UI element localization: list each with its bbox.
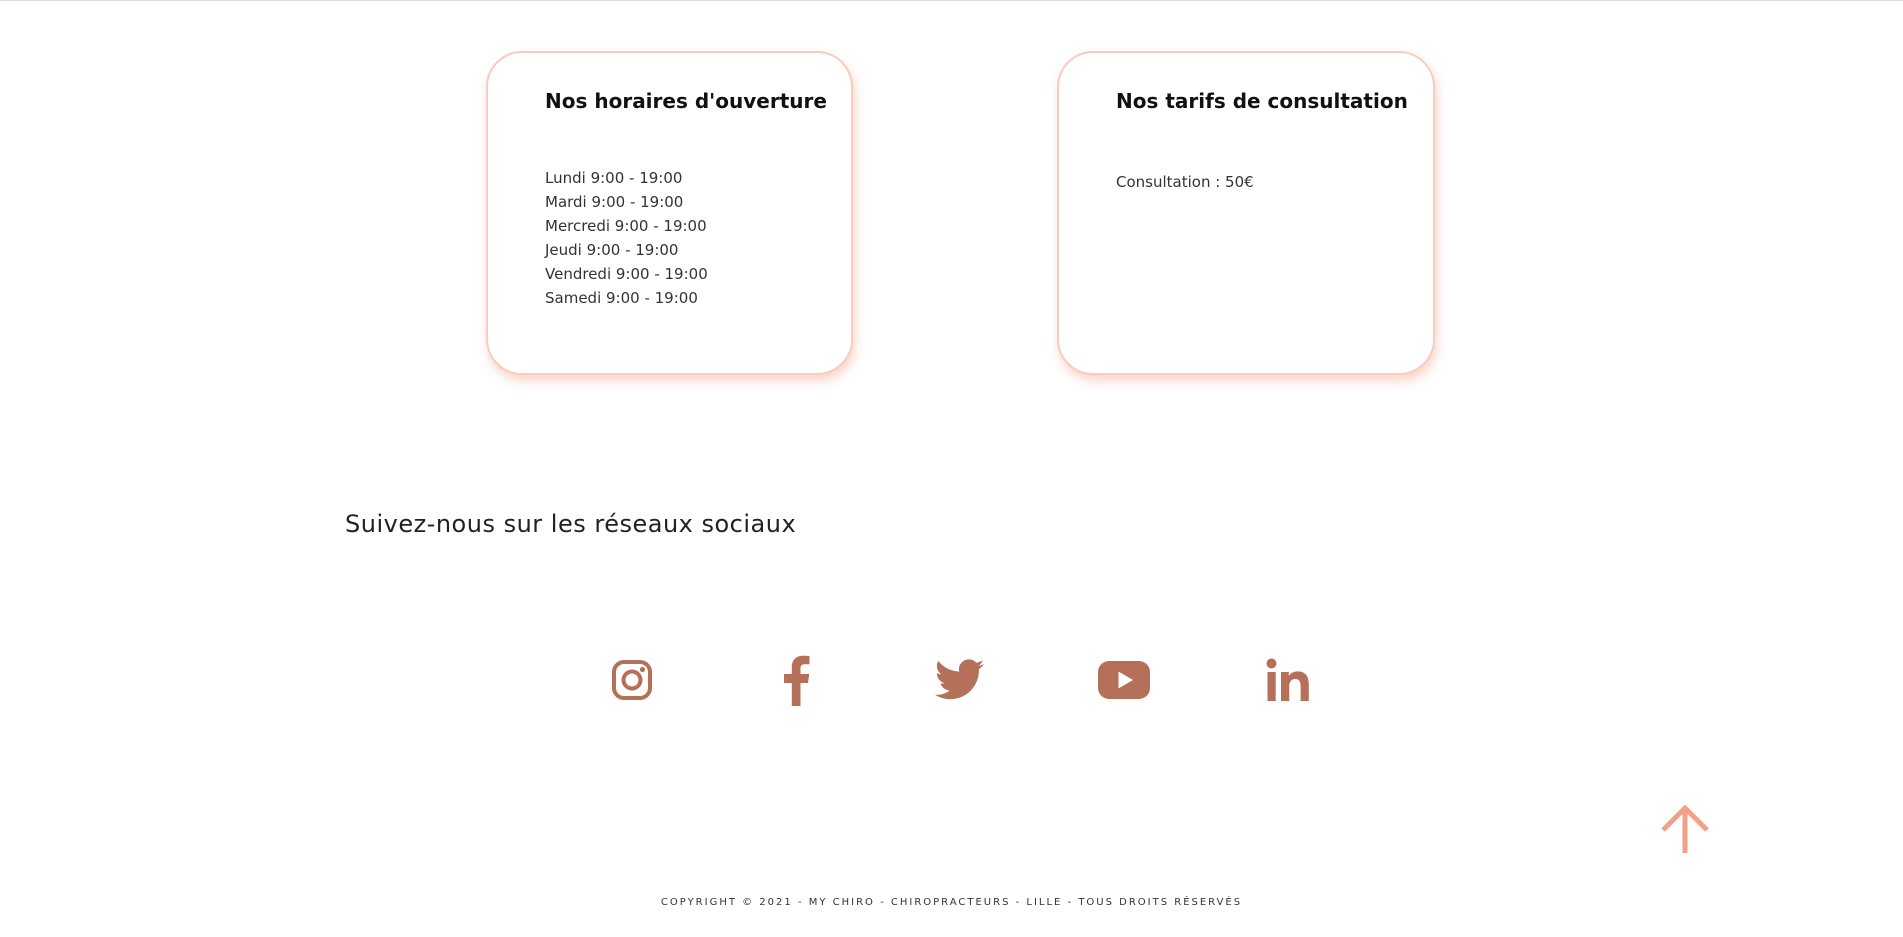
arrow-up-icon [1661,805,1709,853]
instagram-link[interactable] [602,650,662,710]
youtube-link[interactable] [1094,650,1154,710]
hours-friday: Vendredi 9:00 - 19:00 [545,265,708,283]
facebook-link[interactable] [766,650,826,710]
social-links [0,650,1903,710]
hours-tuesday: Mardi 9:00 - 19:00 [545,193,684,211]
back-to-top-button[interactable] [1658,803,1712,857]
opening-hours-title: Nos horaires d'ouverture [545,89,827,113]
hours-saturday: Samedi 9:00 - 19:00 [545,289,698,307]
facebook-icon [784,655,810,706]
linkedin-link[interactable] [1258,650,1318,710]
linkedin-icon [1266,658,1309,701]
footer-copyright: COPYRIGHT © 2021 - MY CHIRO - CHIROPRACT… [660,897,1243,908]
opening-hours-list: Lundi 9:00 - 19:00 Mardi 9:00 - 19:00 Me… [545,166,708,310]
youtube-icon [1098,661,1150,699]
consultation-price: Consultation : 50€ [1116,173,1254,191]
twitter-link[interactable] [930,650,990,710]
social-heading: Suivez-nous sur les réseaux sociaux [345,510,797,538]
hours-wednesday: Mercredi 9:00 - 19:00 [545,217,707,235]
hours-monday: Lundi 9:00 - 19:00 [545,169,683,187]
consultation-rates-title: Nos tarifs de consultation [1116,89,1408,113]
instagram-icon [612,660,652,700]
top-divider [0,0,1903,1]
consultation-rates-card: Nos tarifs de consultation Consultation … [1057,51,1435,375]
opening-hours-card: Nos horaires d'ouverture Lundi 9:00 - 19… [486,51,853,375]
twitter-icon [935,659,985,700]
hours-thursday: Jeudi 9:00 - 19:00 [545,241,679,259]
